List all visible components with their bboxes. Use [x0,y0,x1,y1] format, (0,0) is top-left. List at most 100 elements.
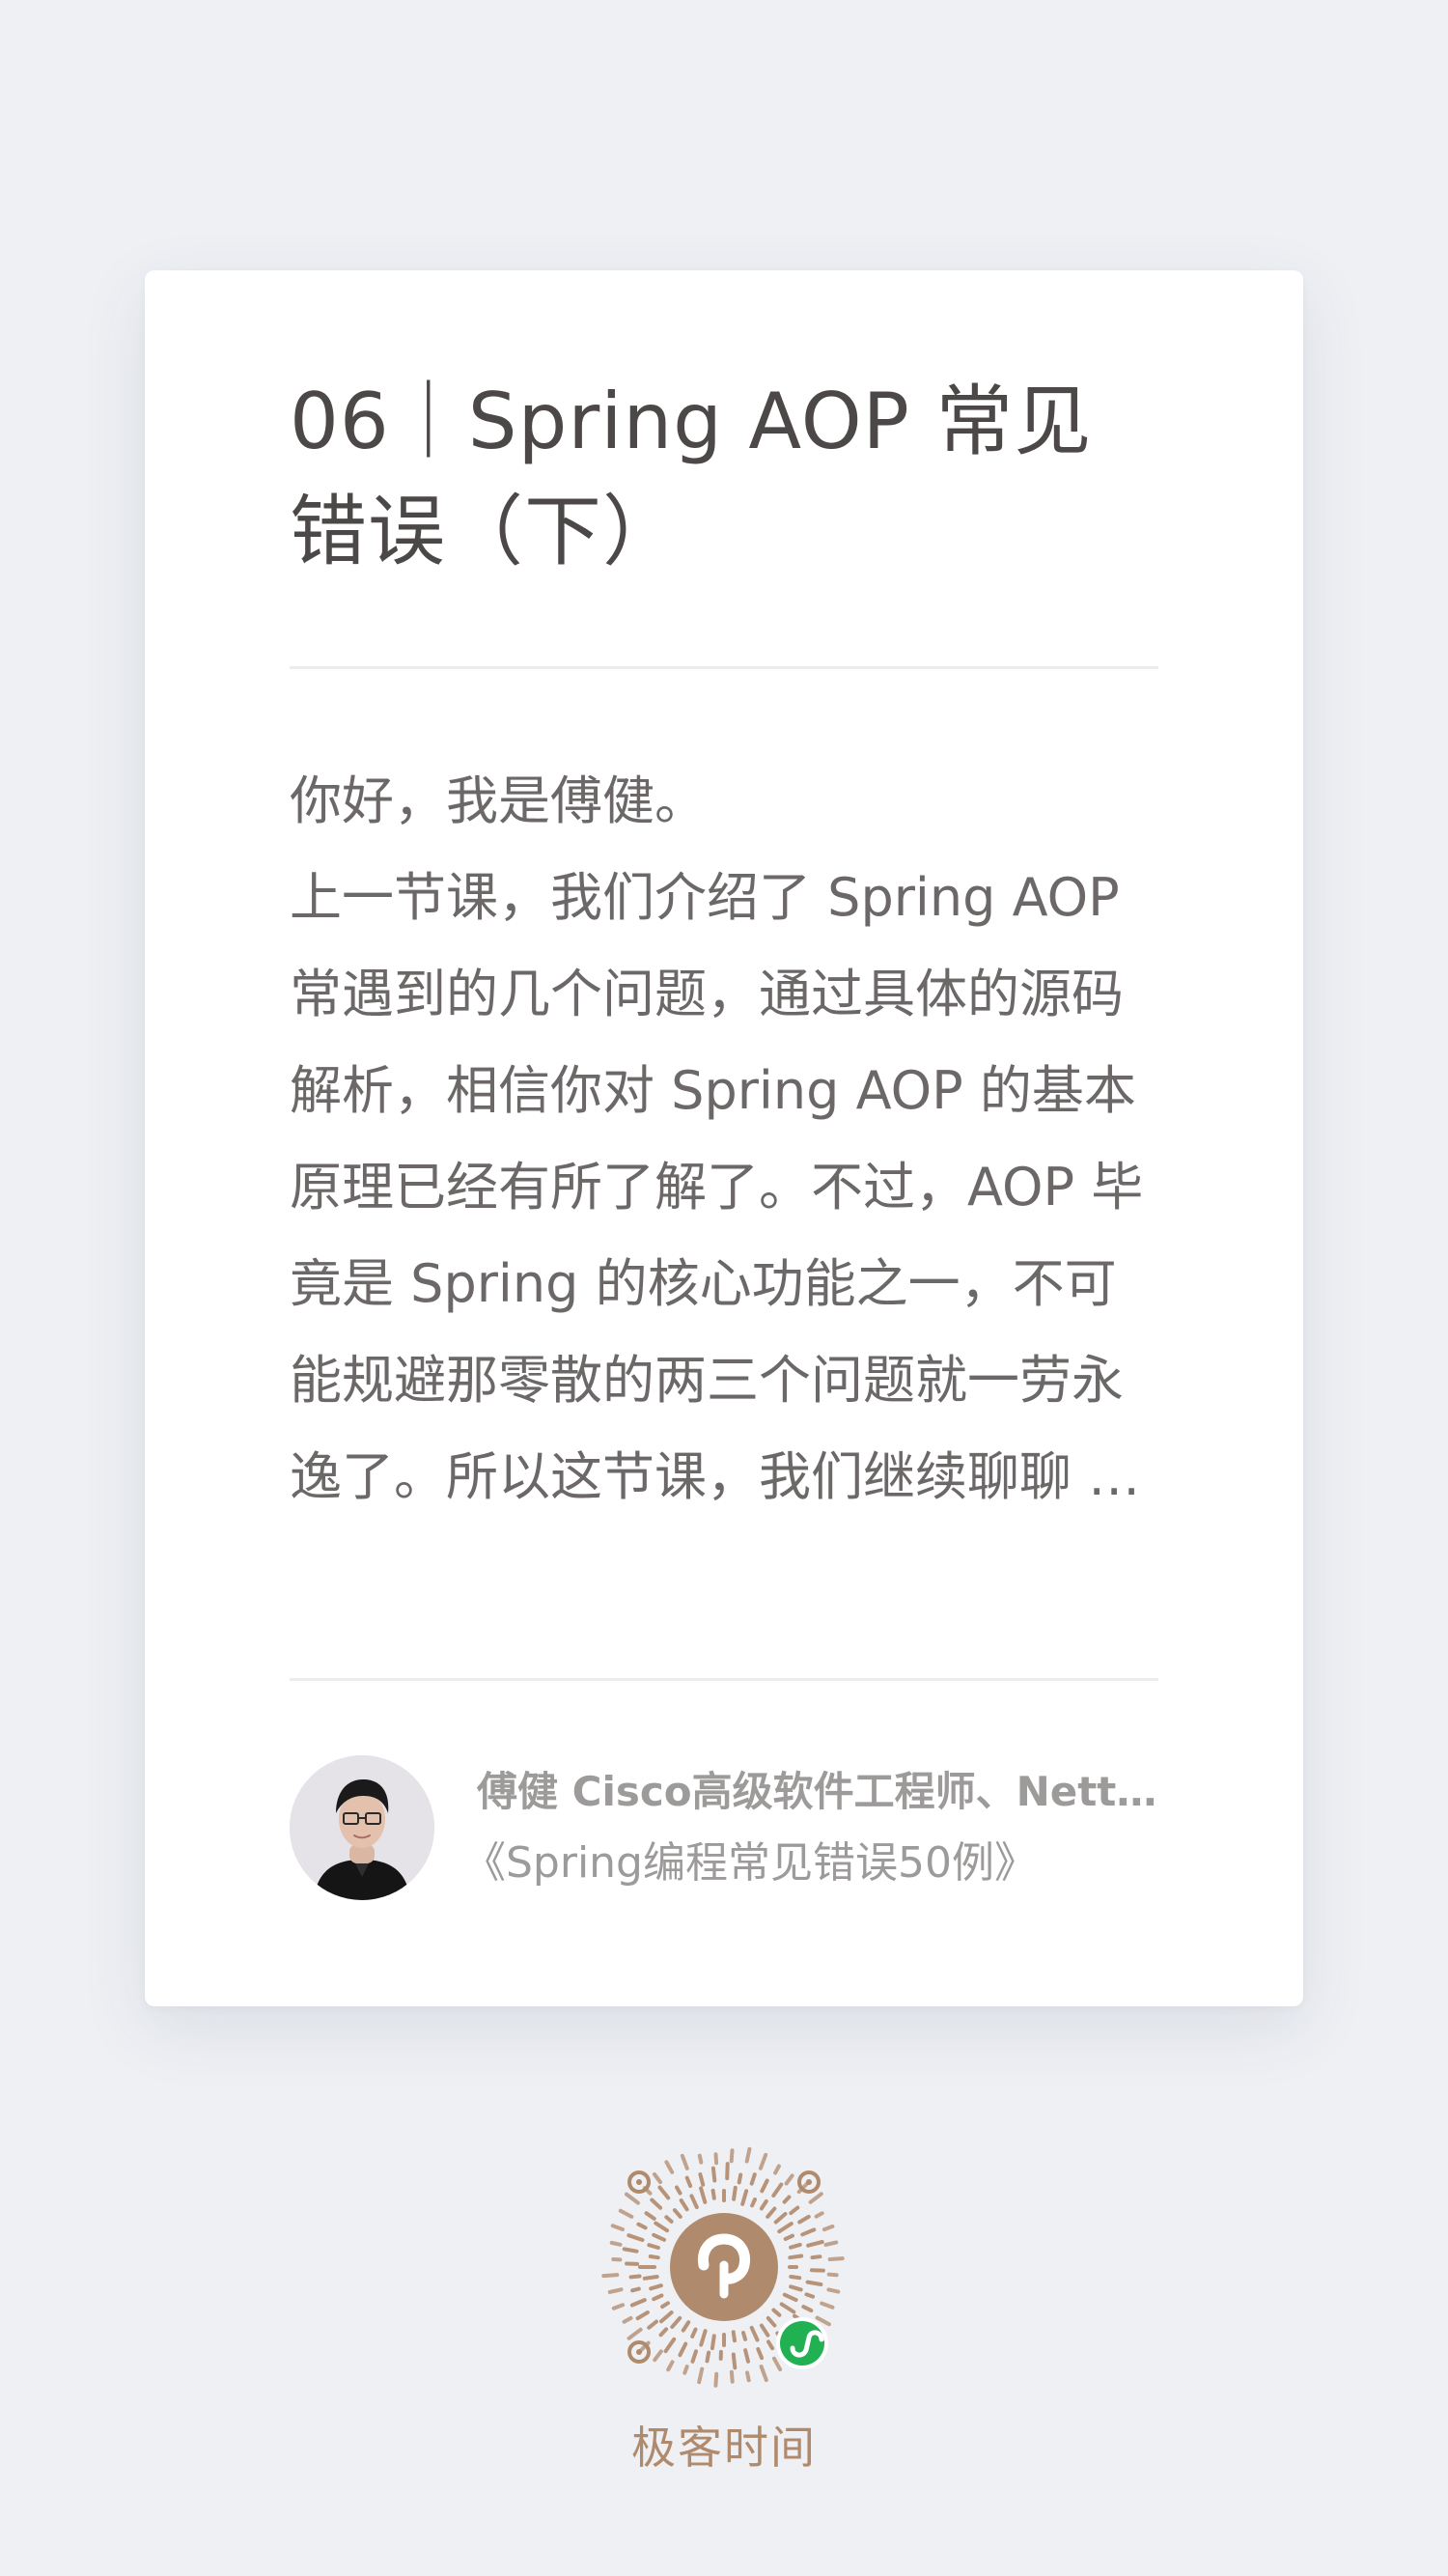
article-summary: 上一节课，我们介绍了 Spring AOP 常遇到的几个问题，通过具体的源码解析… [290,867,1155,1507]
qr-ray [713,2152,719,2166]
qr-ray [773,2164,781,2175]
qr-ray [801,2305,814,2313]
qr-ray [756,2347,765,2361]
qr-ray [610,2224,625,2231]
title-divider [290,666,1158,669]
qr-ray [783,2233,794,2241]
qr-ray [784,2173,794,2186]
qr-ray [647,2243,660,2250]
qr-ray [750,2198,757,2208]
qr-ray [749,2325,760,2342]
qr-ray [670,2315,682,2329]
qr-ray [666,2360,675,2372]
qr-ray [759,2365,768,2383]
qr-ray [607,2287,624,2294]
qr-ray [690,2349,698,2364]
qr-ray [635,2310,650,2321]
qr-ray [675,2185,682,2196]
qr-ray [629,2298,647,2308]
qr-ray [744,2146,752,2164]
qr-ray [789,2205,800,2216]
qr-ray [737,2172,743,2185]
qr-ray [618,2208,634,2219]
qr-ray [771,2308,782,2317]
article-share-card: 06｜Spring AOP 常见错误（下） 你好，我是傅健。 上一节课，我们介绍… [145,270,1303,2006]
qr-ray [690,2327,698,2338]
qr-ray [731,2330,737,2343]
avatar [290,1755,434,1900]
qr-ray [642,2275,659,2281]
qr-ray [766,2339,775,2351]
qr-ray [789,2242,802,2250]
qr-ray [682,2365,689,2375]
qr-ray [729,2148,735,2164]
author-name-title: 傅健 Cisco高级软件工程师、Netty源码贡献者 [477,1768,1158,1815]
qr-ray [652,2293,664,2302]
qr-ray [710,2166,717,2183]
qr-ray [782,2292,798,2303]
qr-ray [698,2172,706,2187]
article-title: 06｜Spring AOP 常见错误（下） [290,377,1093,576]
qr-ray [766,2315,777,2328]
qr-ray [654,2221,670,2233]
qr-ray [609,2240,623,2247]
qr-ray [636,2222,648,2230]
qr-ray [826,2287,841,2294]
qr-ray [771,2356,783,2372]
qr-ray [729,2369,735,2384]
qr-ray [808,2192,823,2204]
qr-ray [622,2315,633,2324]
qr-ray [644,2211,656,2221]
qr-ray [649,2283,663,2291]
author-info: 傅健 Cisco高级软件工程师、Netty源码贡献者 《Spring编程常见错误… [290,1755,1158,1900]
qr-ray [601,2273,620,2279]
qr-ray [759,2323,770,2338]
qr-ray [680,2153,689,2170]
qr-ray [627,2327,643,2340]
mini-program-qr-code [599,2142,849,2393]
qr-ray [777,2222,794,2234]
qr-ray [805,2280,823,2286]
qr-code-icon [601,2146,845,2388]
author-avatar-icon [290,1755,434,1900]
qr-ray [789,2275,802,2281]
wechat-mini-program-badge [776,2317,828,2369]
qr-ray [652,2232,667,2242]
qr-ray [611,2303,626,2310]
article-excerpt: 你好，我是傅健。 上一节课，我们介绍了 Spring AOP 常遇到的几个问题，… [290,753,1158,1526]
qr-ray [821,2224,835,2232]
qr-ray [625,2192,640,2205]
qr-ray [659,2310,674,2324]
qr-ray [657,2185,671,2200]
qr-ray [806,2240,824,2248]
qr-ray [815,2315,831,2327]
qr-ray [820,2301,835,2310]
qr-ray [664,2160,675,2174]
qr-ray [804,2292,816,2299]
qr-ray [800,2227,817,2237]
qr-ray [732,2185,738,2201]
qr-ray [741,2331,747,2341]
qr-ray [710,2334,716,2351]
qr-ray [743,2348,750,2364]
qr-ray [689,2194,699,2210]
qr-ray [697,2153,704,2165]
qr-ray [810,2254,822,2260]
qr-ray [653,2172,662,2184]
course-name: 《Spring编程常见错误50例》 [463,1838,1037,1888]
qr-ray [759,2198,768,2211]
qr-ray [779,2302,796,2314]
qr-ray [699,2186,708,2204]
qr-ray [650,2198,663,2210]
qr-ray [789,2284,803,2292]
qr-ray [697,2366,705,2385]
qr-ray [653,2349,663,2363]
qr-ray [678,2341,688,2358]
qr-ray [823,2240,839,2247]
qr-ray [628,2274,642,2280]
author-greeting: 你好，我是傅健。 [290,770,707,831]
qr-ray [713,2371,719,2388]
qr-ray [681,2320,691,2333]
qr-ray [773,2212,788,2225]
qr-ray [705,2350,711,2364]
